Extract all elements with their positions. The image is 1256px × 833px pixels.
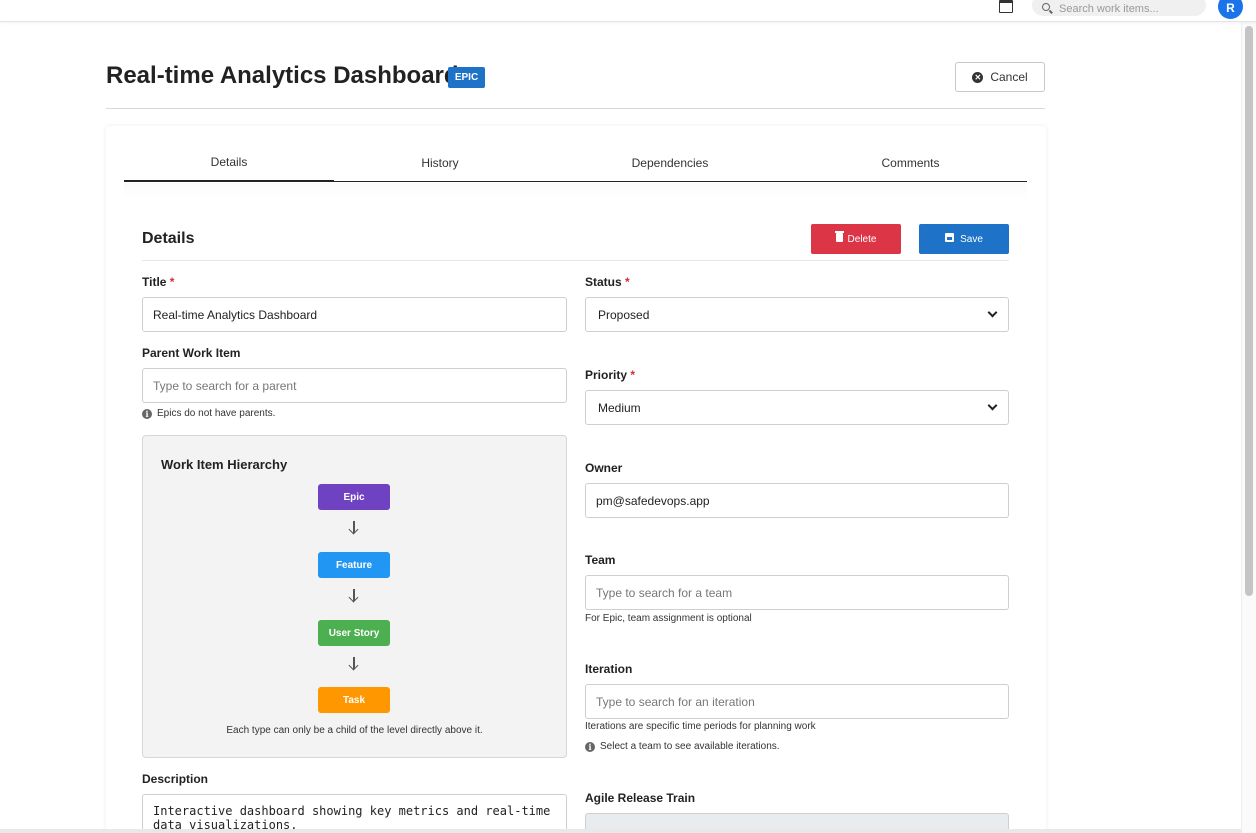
owner-label: Owner [585, 461, 623, 475]
team-label: Team [585, 553, 616, 567]
arrow-down-icon [347, 520, 361, 536]
save-button[interactable]: Save [919, 224, 1009, 254]
priority-label: Priority * [585, 368, 635, 382]
parent-input[interactable] [142, 368, 567, 403]
art-label: Agile Release Train [585, 791, 696, 805]
title-label: Title * [142, 275, 174, 289]
chevron-down-icon [987, 307, 998, 318]
hierarchy-task: Task [318, 687, 390, 713]
delete-button[interactable]: Delete [811, 224, 901, 254]
page-title: Real-time Analytics Dashboard [106, 62, 459, 89]
priority-select[interactable]: Medium [585, 390, 1009, 425]
required-mark: * [169, 275, 175, 289]
hierarchy-epic: Epic [318, 484, 390, 510]
iteration-input[interactable] [585, 684, 1009, 719]
parent-hint-text: Epics do not have parents. [157, 408, 276, 419]
search-icon [1042, 3, 1050, 11]
team-hint: For Epic, team assignment is optional [585, 613, 752, 624]
arrow-down-icon [347, 588, 361, 604]
status-label-text: Status [585, 275, 622, 289]
hierarchy-user-story: User Story [318, 620, 390, 646]
delete-label: Delete [847, 233, 877, 245]
title-input[interactable] [142, 297, 567, 332]
divider [142, 260, 1009, 261]
required-mark: * [625, 275, 630, 289]
info-icon: i [142, 408, 152, 419]
info-icon: i [585, 741, 595, 752]
horizontal-scrollbar[interactable] [0, 829, 1241, 833]
hierarchy-feature: Feature [318, 552, 390, 578]
priority-label-text: Priority [585, 368, 628, 382]
parent-label: Parent Work Item [142, 346, 241, 360]
vertical-scrollbar[interactable] [1241, 22, 1256, 833]
required-mark: * [630, 368, 636, 382]
tab-dependencies[interactable]: Dependencies [546, 144, 794, 182]
tab-history[interactable]: History [334, 144, 546, 182]
window-icon[interactable] [999, 0, 1013, 13]
tab-panel-top [124, 183, 1027, 199]
description-textarea[interactable]: Interactive dashboard showing key metric… [142, 794, 567, 833]
description-label: Description [142, 772, 209, 786]
search-input[interactable] [1059, 3, 1199, 15]
avatar[interactable]: R [1218, 0, 1243, 19]
tab-bar: Details History Dependencies Comments [124, 144, 1027, 182]
iteration-info-text: Select a team to see available iteration… [600, 741, 780, 752]
search-box[interactable] [1032, 0, 1206, 16]
priority-value: Medium [598, 400, 641, 415]
tab-comments[interactable]: Comments [794, 144, 1027, 182]
section-title: Details [142, 230, 195, 247]
owner-input[interactable] [585, 483, 1009, 518]
iteration-info: i Select a team to see available iterati… [585, 741, 780, 752]
save-label: Save [960, 233, 983, 245]
iteration-hint: Iterations are specific time periods for… [585, 721, 816, 732]
hierarchy-title: Work Item Hierarchy [161, 457, 288, 472]
trash-icon [834, 231, 844, 242]
team-input[interactable] [585, 575, 1009, 610]
tab-details[interactable]: Details [124, 144, 334, 182]
top-bar: R [0, 0, 1256, 22]
cancel-label: Cancel [990, 70, 1028, 84]
status-value: Proposed [598, 307, 650, 322]
iteration-label: Iteration [585, 662, 633, 676]
cancel-button[interactable]: ✕ Cancel [955, 62, 1045, 92]
scrollbar-thumb[interactable] [1245, 26, 1253, 596]
divider [106, 108, 1045, 109]
hierarchy-note: Each type can only be a child of the lev… [226, 725, 483, 736]
save-icon [945, 233, 955, 242]
close-circle-icon: ✕ [972, 71, 984, 83]
chevron-down-icon [987, 400, 998, 411]
type-badge: EPIC [448, 67, 485, 88]
status-select[interactable]: Proposed [585, 297, 1009, 332]
status-label: Status * [585, 275, 630, 289]
arrow-down-icon [347, 656, 361, 672]
title-label-text: Title [142, 275, 167, 289]
parent-hint: i Epics do not have parents. [142, 408, 275, 419]
